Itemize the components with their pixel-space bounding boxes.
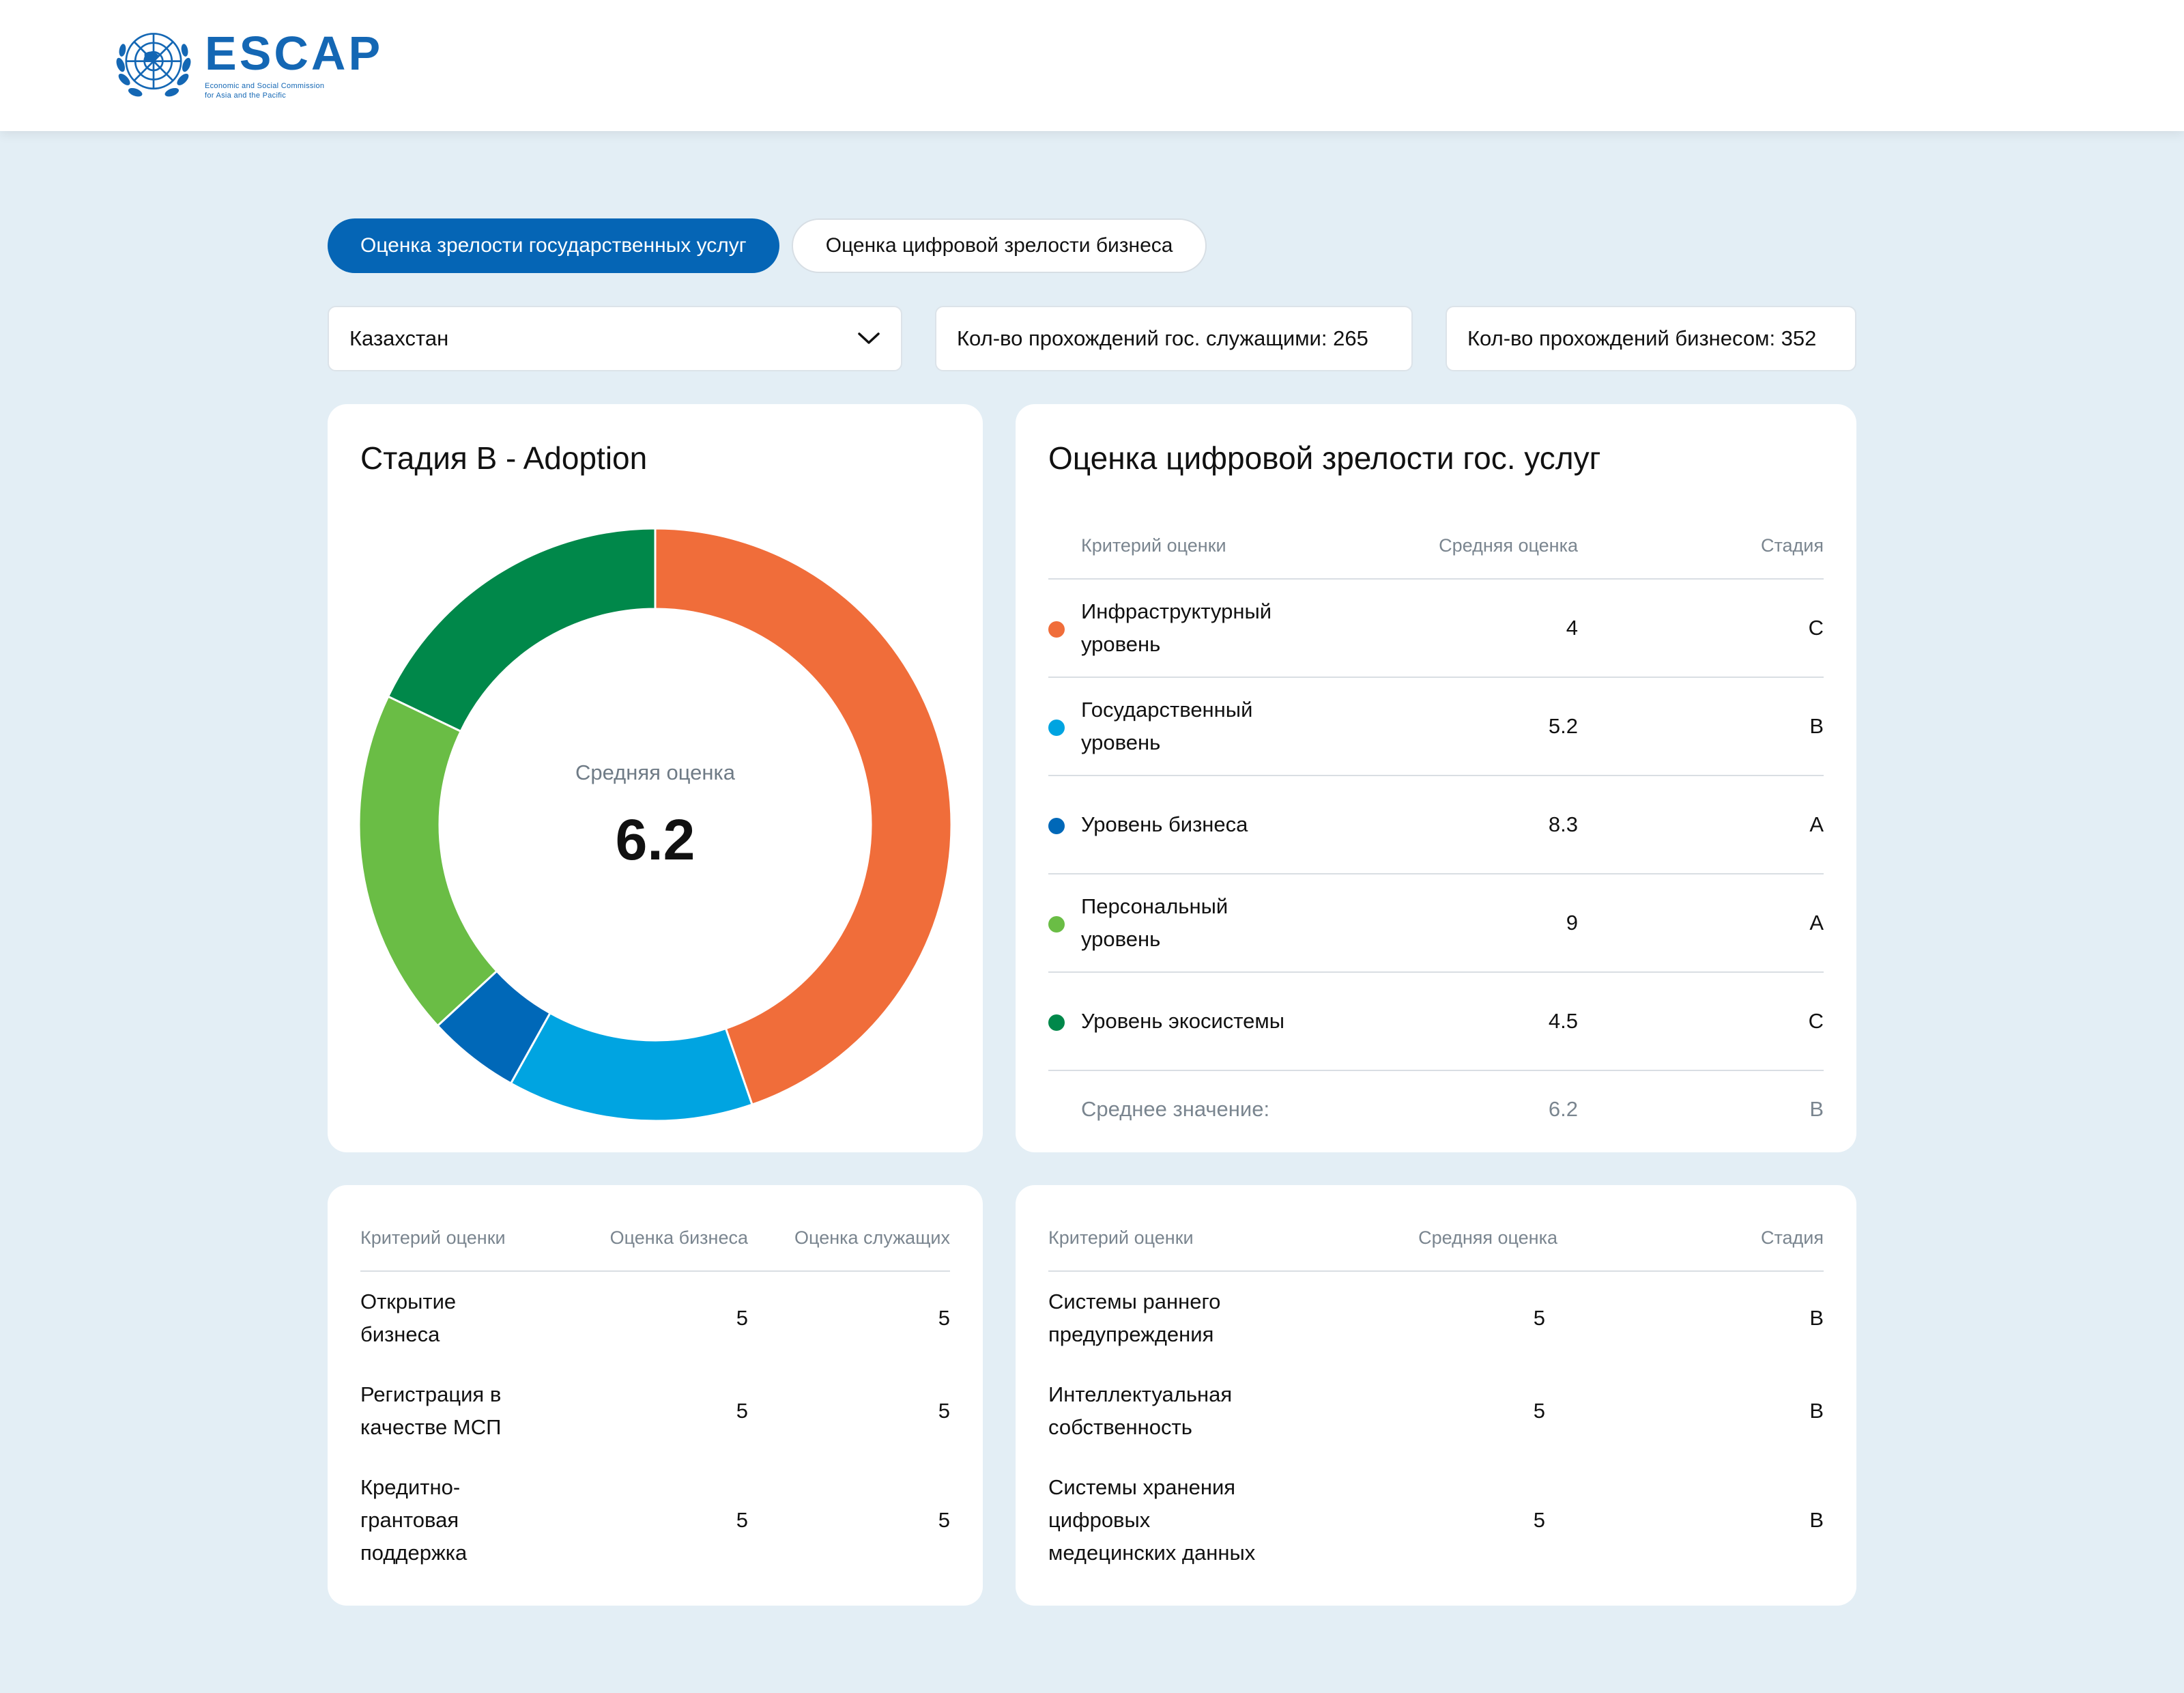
donut-center-value: 6.2 bbox=[615, 808, 695, 872]
logo-text: ESCAP Economic and Social Commission for… bbox=[205, 29, 383, 100]
score-value: 5.2 bbox=[1291, 677, 1578, 776]
criterion-label: Инфраструктурный уровень bbox=[1081, 579, 1291, 678]
maturity-table-card: Оценка цифровой зрелости гос. услуг Крит… bbox=[1016, 404, 1856, 1152]
stage-value: B bbox=[1809, 1508, 1824, 1532]
legend-dot bbox=[1048, 915, 1065, 933]
country-select-value: Казахстан bbox=[349, 326, 449, 350]
business-criteria-table: Критерий оценки Оценка бизнеса Оценка сл… bbox=[360, 1206, 950, 1583]
business-count: Кол-во прохождений бизнесом: 352 bbox=[1446, 306, 1856, 371]
servants-score: 5 bbox=[938, 1306, 950, 1330]
table-header-row: Критерий оценки Оценка бизнеса Оценка сл… bbox=[360, 1206, 950, 1272]
systems-criteria-table: Критерий оценки Средняя оценка Стадия Си… bbox=[1048, 1206, 1824, 1583]
criterion-label: Персональный уровень bbox=[1081, 874, 1291, 973]
systems-criteria-card: Критерий оценки Средняя оценка Стадия Си… bbox=[1016, 1185, 1856, 1606]
country-select[interactable]: Казахстан bbox=[328, 306, 902, 371]
header-score: Средняя оценка bbox=[1291, 513, 1578, 580]
servants-score: 5 bbox=[938, 1508, 950, 1532]
criterion-label: Регистрация в качестве МСП bbox=[360, 1382, 502, 1439]
header-criterion: Критерий оценки bbox=[1048, 1206, 1366, 1272]
criterion-label: Системы хранения цифровых медецинских данн… bbox=[1048, 1475, 1256, 1565]
score-value: 4.5 bbox=[1291, 972, 1578, 1071]
tab-business-maturity[interactable]: Оценка цифровой зрелости бизнеса bbox=[791, 218, 1207, 273]
header-score: Средняя оценка bbox=[1366, 1206, 1557, 1272]
table-row: Системы хранения цифровых медецинских данн… bbox=[1048, 1457, 1824, 1583]
business-score: 5 bbox=[736, 1508, 748, 1532]
criterion-label: Интеллектуальная собственность bbox=[1048, 1382, 1233, 1439]
average-label: Среднее значение: bbox=[1081, 1096, 1270, 1121]
score-value: 5 bbox=[1533, 1399, 1545, 1423]
legend-dot bbox=[1048, 1014, 1065, 1031]
chevron-down-icon bbox=[858, 332, 880, 344]
table-row: Открытие бизнеса 5 5 bbox=[360, 1271, 950, 1365]
table-row: Уровень бизнеса 8.3 A bbox=[1048, 776, 1824, 874]
donut-slice-1 bbox=[509, 1011, 753, 1122]
stage-donut-card: Стадия B - Adoption Средняя оценка 6.2 bbox=[328, 404, 983, 1152]
average-score: 6.2 bbox=[1548, 1096, 1578, 1121]
legend-dot bbox=[1048, 817, 1065, 834]
average-row: Среднее значение: 6.2 B bbox=[1048, 1070, 1824, 1147]
logo-word: ESCAP bbox=[205, 27, 384, 80]
civil-servants-count: Кол-во прохождений гос. служащими: 265 bbox=[935, 306, 1413, 371]
stage-value: B bbox=[1578, 677, 1824, 776]
header-criterion: Критерий оценки bbox=[360, 1206, 550, 1272]
stage-value: B bbox=[1809, 1306, 1824, 1330]
stage-value: A bbox=[1578, 874, 1824, 973]
stage-value: C bbox=[1578, 972, 1824, 1071]
score-value: 5 bbox=[1533, 1306, 1545, 1330]
business-score: 5 bbox=[736, 1306, 748, 1330]
score-value: 5 bbox=[1533, 1508, 1545, 1532]
table-row: Государственный уровень 5.2 B bbox=[1048, 677, 1824, 776]
criterion-label: Системы раннего предупреждения bbox=[1048, 1290, 1221, 1346]
table-row: Инфраструктурный уровень 4 C bbox=[1048, 579, 1824, 678]
un-emblem-icon bbox=[116, 33, 191, 97]
maturity-table-title: Оценка цифровой зрелости гос. услуг bbox=[1048, 440, 1601, 476]
table-row: Системы раннего предупреждения 5 B bbox=[1048, 1271, 1824, 1365]
escap-logo[interactable]: ESCAP Economic and Social Commission for… bbox=[108, 20, 383, 109]
criterion-label: Кредитно-грантовая поддержка bbox=[360, 1475, 468, 1565]
table-row: Интеллектуальная собственность 5 B bbox=[1048, 1365, 1824, 1457]
stage-value: B bbox=[1809, 1399, 1824, 1423]
criterion-label: Открытие бизнеса bbox=[360, 1290, 457, 1346]
donut-slice-4 bbox=[386, 527, 657, 733]
table-row: Кредитно-грантовая поддержка 5 5 bbox=[360, 1457, 950, 1583]
header-stage: Стадия bbox=[1557, 1206, 1824, 1272]
logo-subtitle: Economic and Social Commission for Asia … bbox=[205, 82, 325, 100]
stage-value: C bbox=[1578, 579, 1824, 678]
legend-dot bbox=[1048, 719, 1065, 736]
top-header: ESCAP Economic and Social Commission for… bbox=[0, 0, 2184, 131]
donut-center-label: Средняя оценка bbox=[575, 760, 736, 784]
business-score: 5 bbox=[736, 1399, 748, 1423]
maturity-table: Критерий оценки Средняя оценка Стадия Ин… bbox=[1048, 513, 1824, 1147]
legend-dot bbox=[1048, 621, 1065, 638]
stage-value: A bbox=[1578, 776, 1824, 874]
score-value: 4 bbox=[1291, 579, 1578, 678]
header-servants-score: Оценка служащих bbox=[748, 1206, 950, 1272]
criterion-label: Государственный уровень bbox=[1081, 677, 1291, 776]
tab-government-services[interactable]: Оценка зрелости государственных услуг bbox=[328, 218, 779, 273]
table-header-row: Критерий оценки Средняя оценка Стадия bbox=[1048, 1206, 1824, 1272]
header-criterion: Критерий оценки bbox=[1081, 513, 1291, 580]
header-stage: Стадия bbox=[1578, 513, 1824, 580]
average-stage: B bbox=[1809, 1096, 1824, 1121]
criterion-label: Уровень экосистемы bbox=[1081, 972, 1291, 1071]
table-row: Уровень экосистемы 4.5 C bbox=[1048, 972, 1824, 1071]
business-criteria-card: Критерий оценки Оценка бизнеса Оценка сл… bbox=[328, 1185, 983, 1606]
table-row: Персональный уровень 9 A bbox=[1048, 874, 1824, 973]
score-value: 9 bbox=[1291, 874, 1578, 973]
score-value: 8.3 bbox=[1291, 776, 1578, 874]
table-header-row: Критерий оценки Средняя оценка Стадия bbox=[1048, 513, 1824, 580]
header-business-score: Оценка бизнеса bbox=[550, 1206, 748, 1272]
servants-score: 5 bbox=[938, 1399, 950, 1423]
table-row: Регистрация в качестве МСП 5 5 bbox=[360, 1365, 950, 1457]
assessment-tabs: Оценка зрелости государственных услуг Оц… bbox=[328, 218, 1207, 273]
criterion-label: Уровень бизнеса bbox=[1081, 776, 1291, 874]
